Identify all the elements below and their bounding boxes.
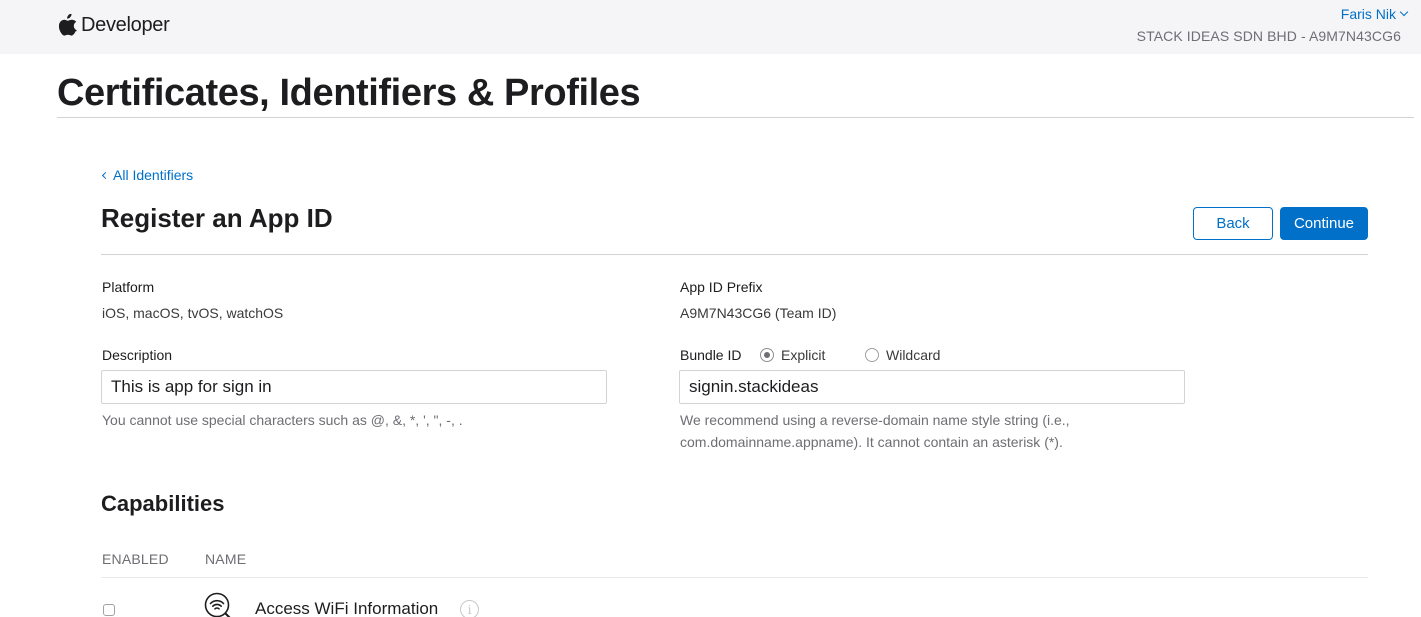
platform-value: iOS, macOS, tvOS, watchOS <box>102 305 284 321</box>
global-header: Developer Faris Nik STACK IDEAS SDN BHD … <box>0 0 1421 54</box>
description-input[interactable] <box>101 370 607 404</box>
column-header-enabled[interactable]: ENABLED <box>102 551 169 567</box>
apple-logo-icon <box>59 14 77 36</box>
team-name: STACK IDEAS SDN BHD - A9M7N43CG6 <box>1136 28 1401 44</box>
form-divider <box>101 254 1368 255</box>
back-button[interactable]: Back <box>1193 207 1273 240</box>
chevron-down-icon <box>1399 7 1409 17</box>
developer-brand[interactable]: Developer <box>59 12 170 38</box>
capabilities-divider <box>101 577 1368 578</box>
title-divider <box>57 117 1414 118</box>
chevron-left-icon <box>101 171 110 179</box>
bundle-id-input[interactable] <box>679 370 1185 404</box>
column-header-name[interactable]: NAME <box>205 551 246 567</box>
app-id-prefix-value: A9M7N43CG6 (Team ID) <box>680 305 837 321</box>
radio-unchecked-icon <box>865 348 879 362</box>
radio-explicit-label: Explicit <box>781 347 826 363</box>
radio-checked-icon <box>760 348 774 362</box>
all-identifiers-link[interactable]: All Identifiers <box>101 167 193 183</box>
description-label: Description <box>102 347 173 363</box>
capabilities-title: Capabilities <box>101 491 225 516</box>
radio-explicit[interactable]: Explicit <box>760 347 825 363</box>
all-identifiers-label: All Identifiers <box>113 167 194 183</box>
enable-checkbox[interactable] <box>103 604 115 616</box>
description-helper: You cannot use special characters such a… <box>102 412 463 428</box>
continue-button[interactable]: Continue <box>1280 207 1368 240</box>
account-menu[interactable]: Faris Nik <box>1340 6 1409 22</box>
capability-name: Access WiFi Information <box>255 599 439 617</box>
radio-wildcard[interactable]: Wildcard <box>865 347 940 363</box>
wifi-search-icon <box>204 592 231 617</box>
bundle-id-helper-line2: com.domainname.appname). It cannot conta… <box>680 434 1063 450</box>
page-title: Certificates, Identifiers & Profiles <box>57 72 641 114</box>
user-name: Faris Nik <box>1340 6 1396 22</box>
app-id-prefix-label: App ID Prefix <box>680 279 763 295</box>
radio-wildcard-label: Wildcard <box>886 347 941 363</box>
form-title: Register an App ID <box>101 203 333 233</box>
info-icon[interactable]: i <box>460 600 479 617</box>
platform-label: Platform <box>102 279 155 295</box>
brand-name: Developer <box>81 13 170 36</box>
bundle-id-helper-line1: We recommend using a reverse-domain name… <box>680 412 1070 428</box>
bundle-id-label: Bundle ID <box>680 347 742 363</box>
